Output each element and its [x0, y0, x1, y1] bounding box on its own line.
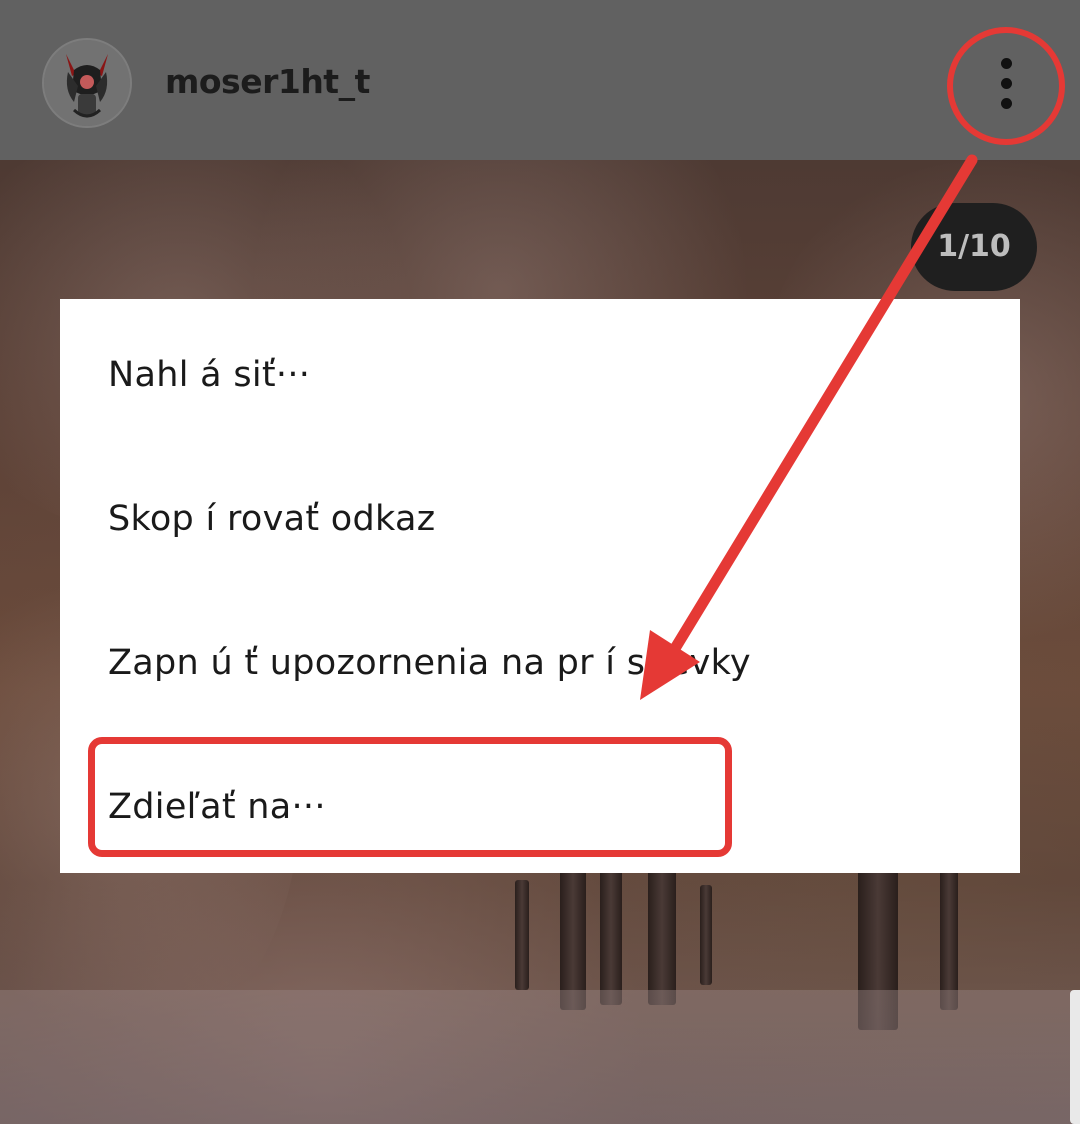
tree-trunk [560, 860, 586, 1010]
menu-item-copy-link[interactable]: Skop í rovať odkaz [60, 447, 1020, 590]
screen: moser1ht_t 1/10 Nahl á siť··· Skop í rov… [0, 0, 1080, 1124]
post-header: moser1ht_t [0, 0, 1080, 160]
photo-counter-badge: 1/10 [911, 203, 1037, 291]
menu-item-label: Nahl á siť··· [108, 354, 311, 395]
devil-avatar-icon [44, 40, 130, 126]
snowy-path [0, 990, 1080, 1124]
user-avatar[interactable] [42, 38, 132, 128]
menu-item-report[interactable]: Nahl á siť··· [60, 303, 1020, 446]
menu-item-share-to[interactable]: Zdieľať na··· [60, 735, 1020, 878]
username[interactable]: moser1ht_t [165, 62, 370, 101]
more-options-button[interactable] [985, 52, 1029, 116]
menu-item-label: Zdieľať na··· [108, 786, 326, 827]
tree-trunk [515, 880, 529, 990]
tree-trunk [600, 870, 622, 1005]
vertical-dots-icon-dot [1001, 98, 1012, 109]
menu-item-label: Zapn ú ť upozornenia na pr í spevky [108, 642, 751, 683]
vertical-dots-icon-dot [1001, 78, 1012, 89]
vertical-dots-icon [1001, 58, 1012, 69]
scroll-edge [1070, 990, 1080, 1124]
tree-trunk [700, 885, 712, 985]
tree-trunk [648, 865, 676, 1005]
menu-item-label: Skop í rovať odkaz [108, 498, 436, 539]
post-options-menu: Nahl á siť··· Skop í rovať odkaz Zapn ú … [60, 299, 1020, 873]
tree-trunk [940, 870, 958, 1010]
menu-item-turn-on-post-notifications[interactable]: Zapn ú ť upozornenia na pr í spevky [60, 591, 1020, 734]
